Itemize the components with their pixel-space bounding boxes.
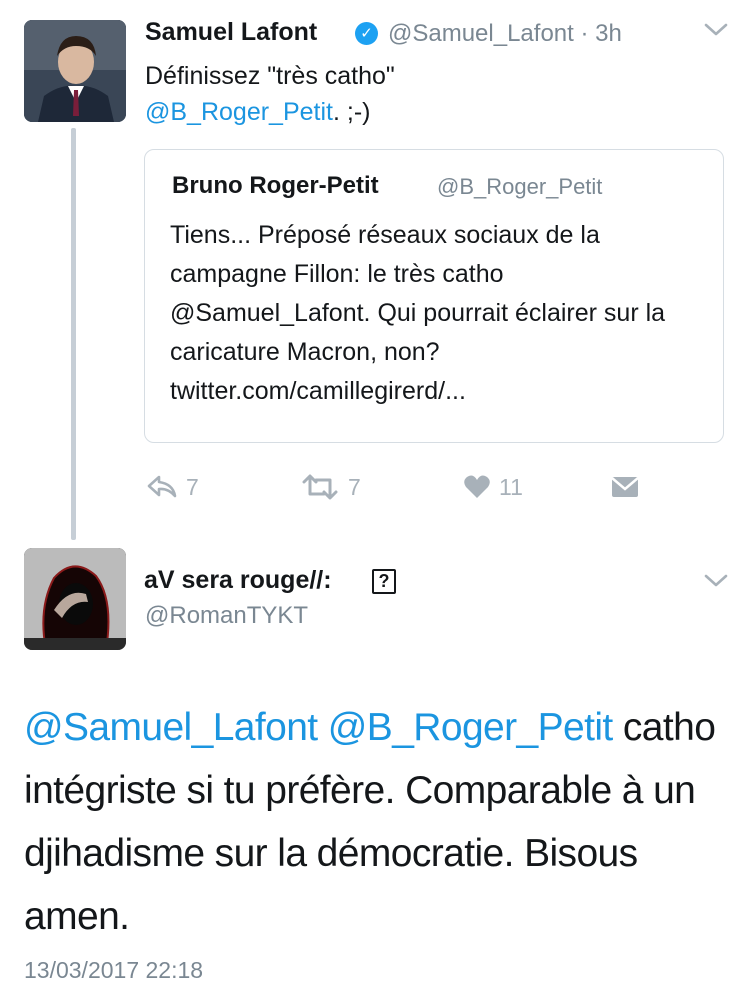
avatar-image — [24, 20, 126, 122]
mention-link[interactable]: @B_Roger_Petit — [145, 98, 333, 126]
unknown-emoji-icon: ? — [372, 569, 396, 594]
reply-text: @Samuel_Lafont @B_Roger_Petit catho inté… — [24, 696, 734, 948]
chevron-down-icon[interactable] — [703, 22, 729, 43]
reply-avatar[interactable] — [24, 548, 126, 650]
author-handle-time[interactable]: @Samuel_Lafont · 3h — [388, 20, 622, 48]
reply-icon — [147, 475, 177, 498]
retweet-button[interactable]: 7 — [300, 470, 361, 504]
tweet-text: Définissez "très catho" @B_Roger_Petit. … — [145, 58, 395, 130]
direct-message-button[interactable] — [610, 470, 640, 504]
mention-link[interactable]: @Samuel_Lafont — [24, 706, 318, 749]
heart-icon — [464, 475, 490, 498]
tweet-text-suffix: . ;-) — [332, 98, 371, 126]
verified-badge-icon: ✓ — [355, 22, 378, 45]
like-button[interactable]: 11 — [463, 470, 523, 504]
reply-avatar-image — [24, 548, 126, 650]
retweet-icon — [302, 474, 338, 500]
reply-button[interactable]: 7 — [146, 470, 199, 504]
avatar[interactable] — [24, 20, 126, 122]
tweet-time[interactable]: 3h — [595, 20, 622, 47]
envelope-icon — [611, 477, 639, 497]
author-name[interactable]: Samuel Lafont — [145, 18, 317, 47]
reply-chevron-down-icon[interactable] — [703, 573, 729, 594]
tweet-text-line: @B_Roger_Petit. ;-) — [145, 94, 395, 130]
reply-timestamp: 13/03/2017 22:18 — [24, 957, 204, 983]
time-separator: · — [573, 20, 596, 47]
quoted-tweet-text: Tiens... Préposé réseaux sociaux de la c… — [170, 221, 666, 405]
quoted-author-name: Bruno Roger-Petit — [172, 172, 379, 199]
reply-author-name[interactable]: aV sera rouge//: — [144, 566, 332, 595]
thread-line — [71, 128, 76, 540]
mention-link[interactable]: @B_Roger_Petit — [328, 706, 613, 749]
quoted-author-handle: @B_Roger_Petit — [437, 174, 603, 199]
tweet-text-line: Définissez "très catho" — [145, 62, 395, 90]
retweet-count: 7 — [348, 473, 361, 500]
like-count: 11 — [499, 473, 523, 500]
reply-author-handle[interactable]: @RomanTYKT — [145, 602, 308, 630]
author-handle[interactable]: @Samuel_Lafont — [388, 20, 574, 47]
reply-count: 7 — [186, 473, 199, 500]
